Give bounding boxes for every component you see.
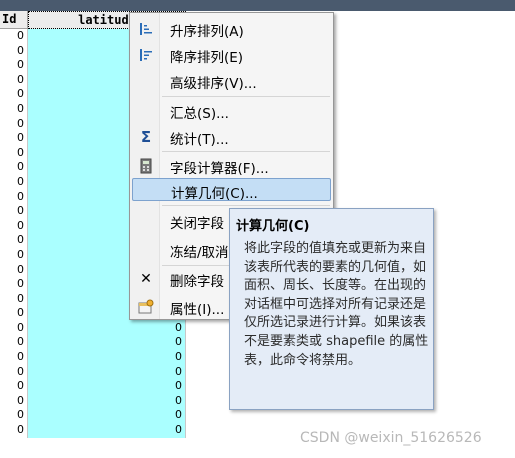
delete-icon: ✕: [140, 271, 152, 287]
cell-id[interactable]: 0: [0, 306, 28, 321]
cell-latitude[interactable]: 0: [28, 379, 186, 394]
cell-id[interactable]: 0: [0, 101, 28, 117]
column-header-id[interactable]: Id: [0, 11, 28, 29]
cell-id[interactable]: 0: [0, 29, 28, 44]
cell-id[interactable]: 0: [0, 58, 28, 73]
calculate-geometry-tooltip: 计算几何(C) 将此字段的值填充或更新为来自该表所代表的要素的几何值，如面积、周…: [229, 208, 434, 410]
table-row[interactable]: 00: [0, 335, 186, 351]
menu-item-label: 属性(I)...: [170, 302, 225, 318]
menu-item-label: 删除字段: [170, 274, 224, 290]
cell-id[interactable]: 0: [0, 247, 28, 263]
cell-id[interactable]: 0: [0, 379, 28, 394]
menu-separator: [162, 96, 330, 97]
menu-item-summarize[interactable]: 汇总(S)...: [132, 99, 331, 122]
menu-item-label: 降序排列(E): [170, 50, 244, 66]
menu-item-sort-descending[interactable]: 降序排列(E): [132, 43, 331, 66]
calculator-icon: [138, 158, 154, 174]
table-row[interactable]: 00: [0, 320, 186, 336]
cell-id[interactable]: 0: [0, 364, 28, 380]
cell-id[interactable]: 0: [0, 291, 28, 307]
tooltip-title: 计算几何(C): [236, 219, 310, 234]
sigma-icon: Σ: [140, 128, 152, 146]
cell-id[interactable]: 0: [0, 423, 28, 438]
table-row[interactable]: 00: [0, 350, 186, 365]
cell-id[interactable]: 0: [0, 174, 28, 190]
cell-id[interactable]: 0: [0, 131, 28, 146]
cell-id[interactable]: 0: [0, 233, 28, 248]
cell-id[interactable]: 0: [0, 116, 28, 132]
cell-id[interactable]: 0: [0, 87, 28, 102]
cell-id[interactable]: 0: [0, 262, 28, 278]
cell-id[interactable]: 0: [0, 277, 28, 292]
watermark: CSDN @weixin_51626526: [300, 430, 482, 446]
menu-item-label: 冻结/取消: [170, 245, 229, 261]
cell-id[interactable]: 0: [0, 43, 28, 59]
menu-item-field-calculator[interactable]: 字段计算器(F)...: [132, 154, 331, 177]
menu-separator: [162, 205, 330, 206]
cell-id[interactable]: 0: [0, 350, 28, 365]
menu-item-statistics[interactable]: Σ 统计(T)...: [132, 125, 331, 148]
cell-latitude[interactable]: 0: [28, 423, 186, 438]
cell-id[interactable]: 0: [0, 335, 28, 351]
title-bar-strip: [0, 0, 515, 11]
sort-descending-icon: [138, 47, 154, 63]
cell-id[interactable]: 0: [0, 408, 28, 424]
menu-item-label: 汇总(S)...: [170, 106, 229, 122]
properties-icon: [138, 299, 154, 315]
menu-item-label: 计算几何(C)...: [171, 186, 258, 202]
table-row[interactable]: 00: [0, 393, 186, 409]
menu-item-advanced-sort[interactable]: 高级排序(V)...: [132, 69, 331, 92]
tooltip-body: 将此字段的值填充或更新为来自该表所代表的要素的几何值，如面积、周长、长度等。在出…: [244, 241, 429, 368]
cell-id[interactable]: 0: [0, 393, 28, 409]
table-row[interactable]: 00: [0, 408, 186, 424]
menu-item-label: 关闭字段: [170, 216, 224, 232]
menu-item-calculate-geometry[interactable]: 计算几何(C)...: [132, 178, 331, 202]
cell-latitude[interactable]: 0: [28, 320, 186, 336]
cell-id[interactable]: 0: [0, 72, 28, 88]
menu-item-label: 高级排序(V)...: [170, 76, 257, 92]
table-row[interactable]: 00: [0, 364, 186, 380]
cell-latitude[interactable]: 0: [28, 408, 186, 424]
sort-ascending-icon: [138, 21, 154, 37]
cell-latitude[interactable]: 0: [28, 393, 186, 409]
cell-id[interactable]: 0: [0, 145, 28, 161]
menu-separator: [162, 151, 330, 152]
menu-item-label: 升序排列(A): [170, 24, 244, 40]
cell-id[interactable]: 0: [0, 204, 28, 219]
cell-latitude[interactable]: 0: [28, 364, 186, 380]
menu-item-label: 字段计算器(F)...: [170, 161, 269, 177]
cell-id[interactable]: 0: [0, 218, 28, 234]
cell-id[interactable]: 0: [0, 160, 28, 175]
cell-id[interactable]: 0: [0, 189, 28, 205]
menu-item-label: 统计(T)...: [170, 132, 229, 148]
menu-item-sort-ascending[interactable]: 升序排列(A): [132, 17, 331, 40]
cell-latitude[interactable]: 0: [28, 335, 186, 351]
cell-id[interactable]: 0: [0, 320, 28, 336]
cell-latitude[interactable]: 0: [28, 350, 186, 365]
table-row[interactable]: 00: [0, 379, 186, 394]
table-row[interactable]: 00: [0, 423, 186, 438]
